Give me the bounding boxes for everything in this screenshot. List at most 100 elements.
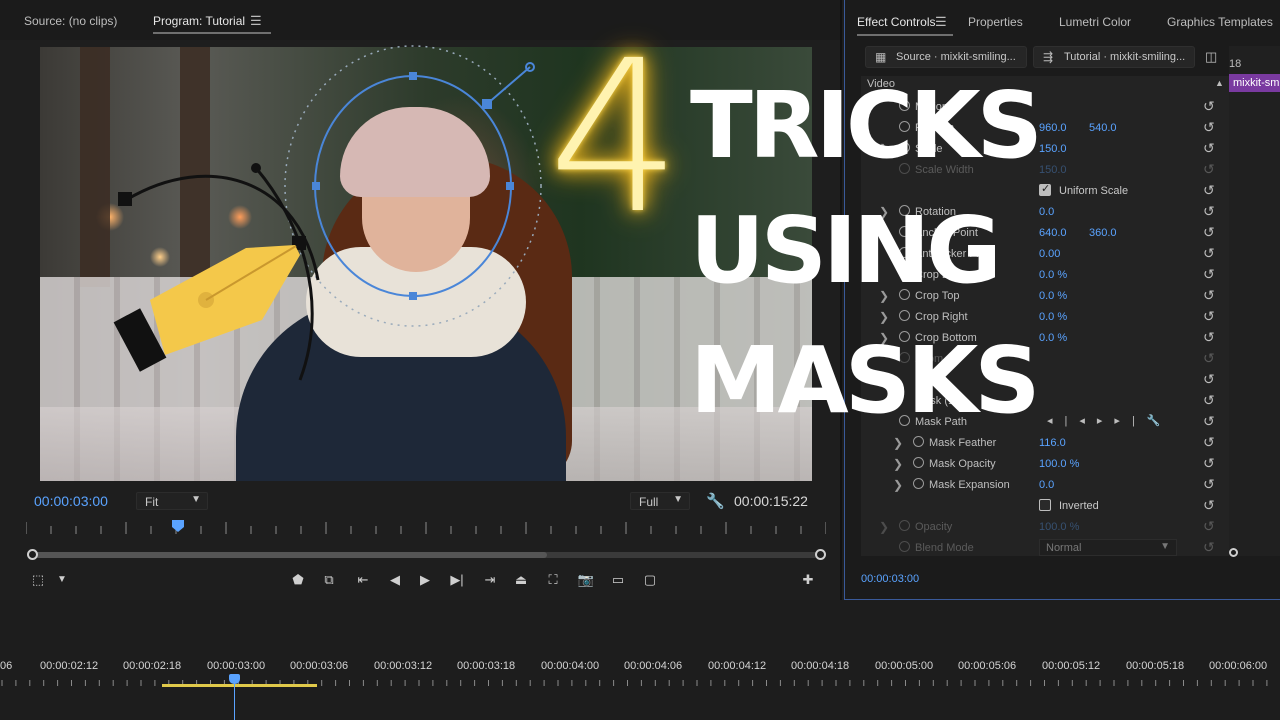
expand-chevron-icon[interactable]: ❯	[879, 520, 889, 534]
step-back-icon[interactable]: ◀	[385, 572, 405, 588]
reset-icon[interactable]: ↺	[1203, 203, 1215, 220]
reset-icon[interactable]: ↺	[1203, 329, 1215, 346]
timeline-panel[interactable]: 06 00:00:02:12 00:00:02:18 00:00:03:00 00:00…	[0, 602, 1280, 720]
effect-row-value[interactable]: 100.0 %	[1039, 458, 1079, 470]
playback-resolution-select[interactable]: Full ▼	[630, 492, 690, 510]
tab-program-monitor[interactable]: Program: Tutorial	[153, 14, 272, 34]
effect-row-value[interactable]: 150.0	[1039, 143, 1067, 155]
safe-margins-icon[interactable]: ⬚	[28, 572, 48, 588]
button-editor-plus-icon[interactable]: ✚	[798, 572, 818, 588]
toggle-timeline-view-icon[interactable]: ◫	[1205, 49, 1217, 65]
effect-row[interactable]: ❯ Crop Right 0.0 % ↺	[861, 307, 1229, 328]
effect-row[interactable]: ❯ Mask Opacity 100.0 % ↺	[861, 454, 1229, 475]
reset-icon[interactable]: ↺	[1203, 434, 1215, 451]
sequence-clip-button[interactable]: ⇶ Tutorial · mixkit-smiling...	[1033, 46, 1195, 68]
comparison-view-icon[interactable]: ▭	[608, 572, 628, 588]
effect-zoom-handle[interactable]	[1229, 548, 1238, 557]
reset-icon[interactable]: ↺	[1203, 245, 1215, 262]
lift-icon[interactable]: ⏏	[511, 572, 531, 588]
scroll-up-icon[interactable]: ▲	[1215, 78, 1224, 88]
effect-row[interactable]: Blend Mode Normal ▼ ↺	[861, 538, 1229, 559]
effect-row-value[interactable]: 0.0 %	[1039, 311, 1067, 323]
reset-icon[interactable]: ↺	[1203, 518, 1215, 535]
uniform-scale-checkbox[interactable]	[1039, 182, 1051, 196]
reset-icon[interactable]: ↺	[1203, 266, 1215, 283]
stopwatch-icon[interactable]	[899, 520, 910, 531]
effect-row-value[interactable]: 116.0	[1039, 437, 1066, 449]
export-frame-camera-icon[interactable]: 📷	[576, 572, 596, 588]
play-icon[interactable]: ▶	[415, 572, 435, 588]
mark-in-out-icon[interactable]: ⧉	[319, 572, 339, 588]
reset-icon[interactable]: ↺	[1203, 455, 1215, 472]
panel-menu-icon[interactable]: ☰	[935, 14, 947, 30]
panel-menu-icon[interactable]: ☰	[250, 13, 262, 29]
tab-source-monitor[interactable]: Source: (no clips)	[24, 14, 117, 28]
reset-icon[interactable]: ↺	[1203, 350, 1215, 367]
effect-current-timecode[interactable]: 00:00:03:00	[861, 573, 919, 585]
effect-row-value-2[interactable]: 360.0	[1089, 227, 1117, 239]
settings-wrench-icon[interactable]: 🔧	[706, 492, 725, 510]
stopwatch-icon[interactable]	[899, 310, 910, 321]
expand-chevron-icon[interactable]: ❯	[879, 310, 889, 324]
go-to-in-icon[interactable]: ⇤	[353, 572, 373, 588]
effect-row-value[interactable]: 0.0 %	[1039, 332, 1067, 344]
tab-effect-controls[interactable]: Effect Controls	[857, 15, 955, 36]
tab-properties[interactable]: Properties	[968, 15, 1023, 29]
zoom-level-select[interactable]: Fit ▼	[136, 492, 208, 510]
work-area-bar[interactable]	[162, 684, 317, 687]
reset-icon[interactable]: ↺	[1203, 371, 1215, 388]
effect-row-value[interactable]: 0.0	[1039, 206, 1054, 218]
source-clip-button[interactable]: ▦ Source · mixkit-smiling...	[865, 46, 1027, 68]
zoom-scroll-bar[interactable]	[32, 552, 822, 558]
reset-icon[interactable]: ↺	[1203, 161, 1215, 178]
effect-row-value-2[interactable]: 540.0	[1089, 122, 1117, 134]
expand-chevron-icon[interactable]: ❯	[893, 457, 903, 471]
reset-icon[interactable]: ↺	[1203, 308, 1215, 325]
tab-graphics-templates[interactable]: Graphics Templates	[1167, 15, 1273, 29]
effect-row[interactable]: ❯ Mask Expansion 0.0 ↺	[861, 475, 1229, 496]
add-marker-icon[interactable]: ⬟	[288, 572, 308, 588]
effect-row[interactable]: ❯ Opacity 100.0 % ↺	[861, 517, 1229, 538]
current-timecode[interactable]: 00:00:03:00	[34, 493, 108, 509]
fullscreen-icon[interactable]: ▢	[640, 572, 660, 588]
stopwatch-icon[interactable]	[913, 436, 924, 447]
effect-row-value[interactable]: 100.0 %	[1039, 521, 1079, 533]
stopwatch-icon[interactable]	[913, 478, 924, 489]
reset-icon[interactable]: ↺	[1203, 497, 1215, 514]
effect-row-value[interactable]: 0.00	[1039, 248, 1060, 260]
reset-icon[interactable]: ↺	[1203, 392, 1215, 409]
monitor-time-ruler[interactable]	[26, 520, 826, 540]
zoom-scroll-start-handle[interactable]	[27, 549, 38, 560]
effect-clip-bar[interactable]: mixkit-smi	[1229, 74, 1280, 92]
reset-icon[interactable]: ↺	[1203, 476, 1215, 493]
effect-row-value[interactable]: 640.0	[1039, 227, 1067, 239]
stopwatch-icon[interactable]	[913, 457, 924, 468]
go-to-out-icon[interactable]: ⇥	[480, 572, 500, 588]
reset-icon[interactable]: ↺	[1203, 539, 1215, 556]
reset-icon[interactable]: ↺	[1203, 119, 1215, 136]
reset-icon[interactable]: ↺	[1203, 140, 1215, 157]
stopwatch-icon[interactable]	[899, 541, 910, 552]
effect-row-value[interactable]: 960.0	[1039, 122, 1067, 134]
blend-mode-select[interactable]: Normal ▼	[1039, 539, 1177, 556]
effect-row-value[interactable]: 0.0 %	[1039, 269, 1067, 281]
monitor-playhead[interactable]	[172, 520, 184, 532]
step-forward-icon[interactable]: ▶|	[447, 572, 467, 588]
effect-row-value[interactable]: 0.0	[1039, 479, 1054, 491]
effect-timeline-area[interactable]	[1229, 46, 1280, 556]
tab-lumetri-color[interactable]: Lumetri Color	[1059, 15, 1131, 29]
reset-icon[interactable]: ↺	[1203, 287, 1215, 304]
expand-chevron-icon[interactable]: ❯	[893, 436, 903, 450]
expand-chevron-icon[interactable]: ❯	[893, 478, 903, 492]
extract-icon[interactable]: ⛶	[543, 572, 563, 588]
effect-row-value[interactable]: 0.0 %	[1039, 290, 1067, 302]
reset-icon[interactable]: ↺	[1203, 182, 1215, 199]
mask-track-buttons[interactable]: ◂|◂▸▸|🔧	[1047, 414, 1173, 427]
effect-row-value[interactable]: 150.0	[1039, 164, 1067, 176]
chevron-down-icon[interactable]: ▼	[52, 572, 72, 588]
effect-row[interactable]: ❯ Mask Feather 116.0 ↺	[861, 433, 1229, 454]
reset-icon[interactable]: ↺	[1203, 413, 1215, 430]
inverted-checkbox[interactable]	[1039, 499, 1051, 511]
zoom-scroll-end-handle[interactable]	[815, 549, 826, 560]
reset-icon[interactable]: ↺	[1203, 224, 1215, 241]
